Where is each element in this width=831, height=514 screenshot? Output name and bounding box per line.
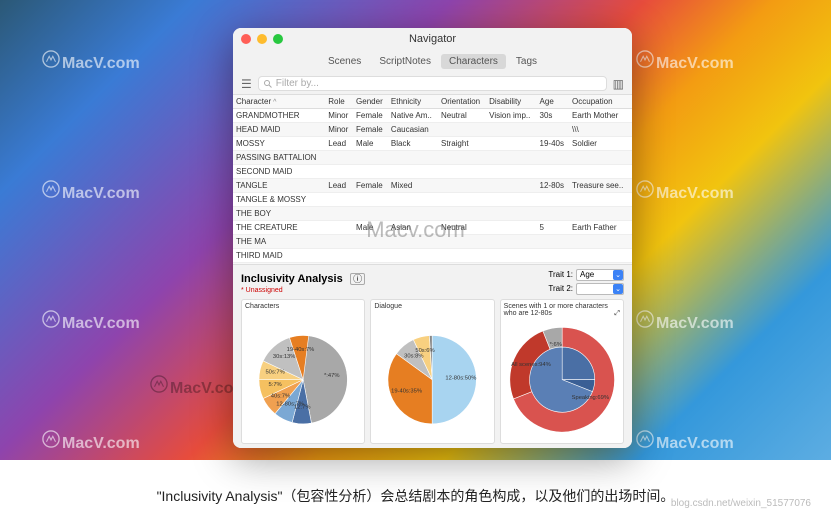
table-row[interactable]: THE MA xyxy=(233,235,632,249)
svg-text:5:7%: 5:7% xyxy=(269,382,282,388)
svg-text:40s:7%: 40s:7% xyxy=(271,393,290,399)
chevron-down-icon: ⌄ xyxy=(613,270,623,280)
watermark: MacV.com xyxy=(636,430,734,453)
search-icon xyxy=(263,79,273,89)
svg-text:19-40s:7%: 19-40s:7% xyxy=(287,347,315,353)
watermark: MacV.com xyxy=(636,50,734,73)
chart-title: Dialogue xyxy=(374,303,490,317)
col-ethnicity[interactable]: Ethnicity xyxy=(388,95,438,109)
tabs: ScenesScriptNotesCharactersTags xyxy=(233,50,632,73)
close-button[interactable] xyxy=(241,34,251,44)
character-table[interactable]: CharacterRoleGenderEthnicityOrientationD… xyxy=(233,95,632,264)
svg-text:19-40s:35%: 19-40s:35% xyxy=(391,388,422,394)
table-row[interactable]: THE CREATUREMaleAsianNeutral5Earth Fathe… xyxy=(233,221,632,235)
expand-icon[interactable]: ⤢ xyxy=(614,310,620,318)
trait2-label: Trait 2: xyxy=(548,284,573,293)
chevron-down-icon: ⌄ xyxy=(613,284,623,294)
info-icon[interactable]: ⓘ xyxy=(350,273,365,285)
sidebar-icon[interactable]: ☰ xyxy=(241,77,252,91)
trait2-select[interactable]: ⌄ xyxy=(576,283,624,295)
toolbar: ☰ Filter by... ▥ xyxy=(233,73,632,95)
titlebar: Navigator xyxy=(233,28,632,50)
trait1-label: Trait 1: xyxy=(548,270,573,279)
svg-text:*:47%: *:47% xyxy=(324,373,339,379)
col-orientation[interactable]: Orientation xyxy=(438,95,486,109)
watermark: MacV.com xyxy=(636,180,734,203)
svg-text:30s:8%: 30s:8% xyxy=(405,353,424,359)
trait1-select[interactable]: Age⌄ xyxy=(576,269,624,281)
col-occupation[interactable]: Occupation xyxy=(569,95,632,109)
col-gender[interactable]: Gender xyxy=(353,95,388,109)
table-row[interactable]: HEAD MAIDMinorFemaleCaucasian\\\ xyxy=(233,123,632,137)
analysis-title: Inclusivity Analysis xyxy=(241,273,343,285)
pie-chart: 12-80s:50% 19-40s:35% 30s:8%50s:6% xyxy=(374,319,490,440)
search-input[interactable]: Filter by... xyxy=(258,76,607,91)
chart-2[interactable]: Scenes with 1 or more characters who are… xyxy=(500,299,624,444)
col-role[interactable]: Role xyxy=(325,95,353,109)
svg-text:12-80s:7%: 12-80s:7% xyxy=(276,401,304,407)
window-title: Navigator xyxy=(241,33,624,45)
columns-icon[interactable]: ▥ xyxy=(613,77,624,91)
chart-title: Scenes with 1 or more characters who are… xyxy=(504,303,620,317)
desktop: MacV.com MacV.com MacV.com MacV.com MacV… xyxy=(0,0,831,460)
table-row[interactable]: MOSSYLeadMaleBlackStraight19-40sSoldier xyxy=(233,137,632,151)
tab-scriptnotes[interactable]: ScriptNotes xyxy=(371,54,439,69)
watermark: MacV.com xyxy=(42,430,140,453)
search-placeholder: Filter by... xyxy=(276,78,319,89)
table-row[interactable]: THE BOY xyxy=(233,207,632,221)
svg-text:50s:7%: 50s:7% xyxy=(265,369,284,375)
maximize-button[interactable] xyxy=(273,34,283,44)
svg-text:12-80s:50%: 12-80s:50% xyxy=(446,375,477,381)
table-row[interactable]: THIRD MAID xyxy=(233,249,632,263)
pie-chart: *:47%12:7%12-80s:7%40s:7%5:7%50s:7%30s:1… xyxy=(245,319,361,440)
table-row[interactable]: TANGLE & MOSSY xyxy=(233,193,632,207)
table-row[interactable]: PASSING BATTALION xyxy=(233,151,632,165)
watermark: MacV.com xyxy=(42,310,140,333)
table-row[interactable]: SECOND MAID xyxy=(233,165,632,179)
col-disability[interactable]: Disability xyxy=(486,95,536,109)
pie-chart: Speaking:69% All scenes:94% *:6% xyxy=(504,319,620,440)
col-age[interactable]: Age xyxy=(537,95,570,109)
chart-0[interactable]: Characters*:47%12:7%12-80s:7%40s:7%5:7%5… xyxy=(241,299,365,444)
minimize-button[interactable] xyxy=(257,34,267,44)
svg-text:Speaking:69%: Speaking:69% xyxy=(571,394,608,400)
analysis-subtitle: * Unassigned xyxy=(241,287,365,294)
watermark: MacV.com xyxy=(42,180,140,203)
table-row[interactable]: GRANDMOTHERMinorFemaleNative Am..Neutral… xyxy=(233,109,632,123)
source-watermark: blog.csdn.net/weixin_51577076 xyxy=(671,498,811,509)
svg-text:50s:6%: 50s:6% xyxy=(416,348,435,354)
svg-text:30s:13%: 30s:13% xyxy=(273,354,296,360)
svg-text:*:6%: *:6% xyxy=(549,342,561,348)
col-character[interactable]: Character xyxy=(233,95,325,109)
chart-1[interactable]: Dialogue 12-80s:50% 19-40s:35% 30s:8%50s:6% xyxy=(370,299,494,444)
navigator-window: Navigator ScenesScriptNotesCharactersTag… xyxy=(233,28,632,448)
watermark: MacV.com xyxy=(636,310,734,333)
tab-characters[interactable]: Characters xyxy=(441,54,506,69)
table-row[interactable]: TANGLELeadFemaleMixed12-80sTreasure see.… xyxy=(233,179,632,193)
svg-text:All scenes:94%: All scenes:94% xyxy=(511,362,551,368)
tab-tags[interactable]: Tags xyxy=(508,54,545,69)
tab-scenes[interactable]: Scenes xyxy=(320,54,369,69)
watermark: MacV.com xyxy=(42,50,140,73)
inclusivity-analysis: Inclusivity Analysis ⓘ * Unassigned Trai… xyxy=(233,264,632,448)
chart-title: Characters xyxy=(245,303,361,317)
